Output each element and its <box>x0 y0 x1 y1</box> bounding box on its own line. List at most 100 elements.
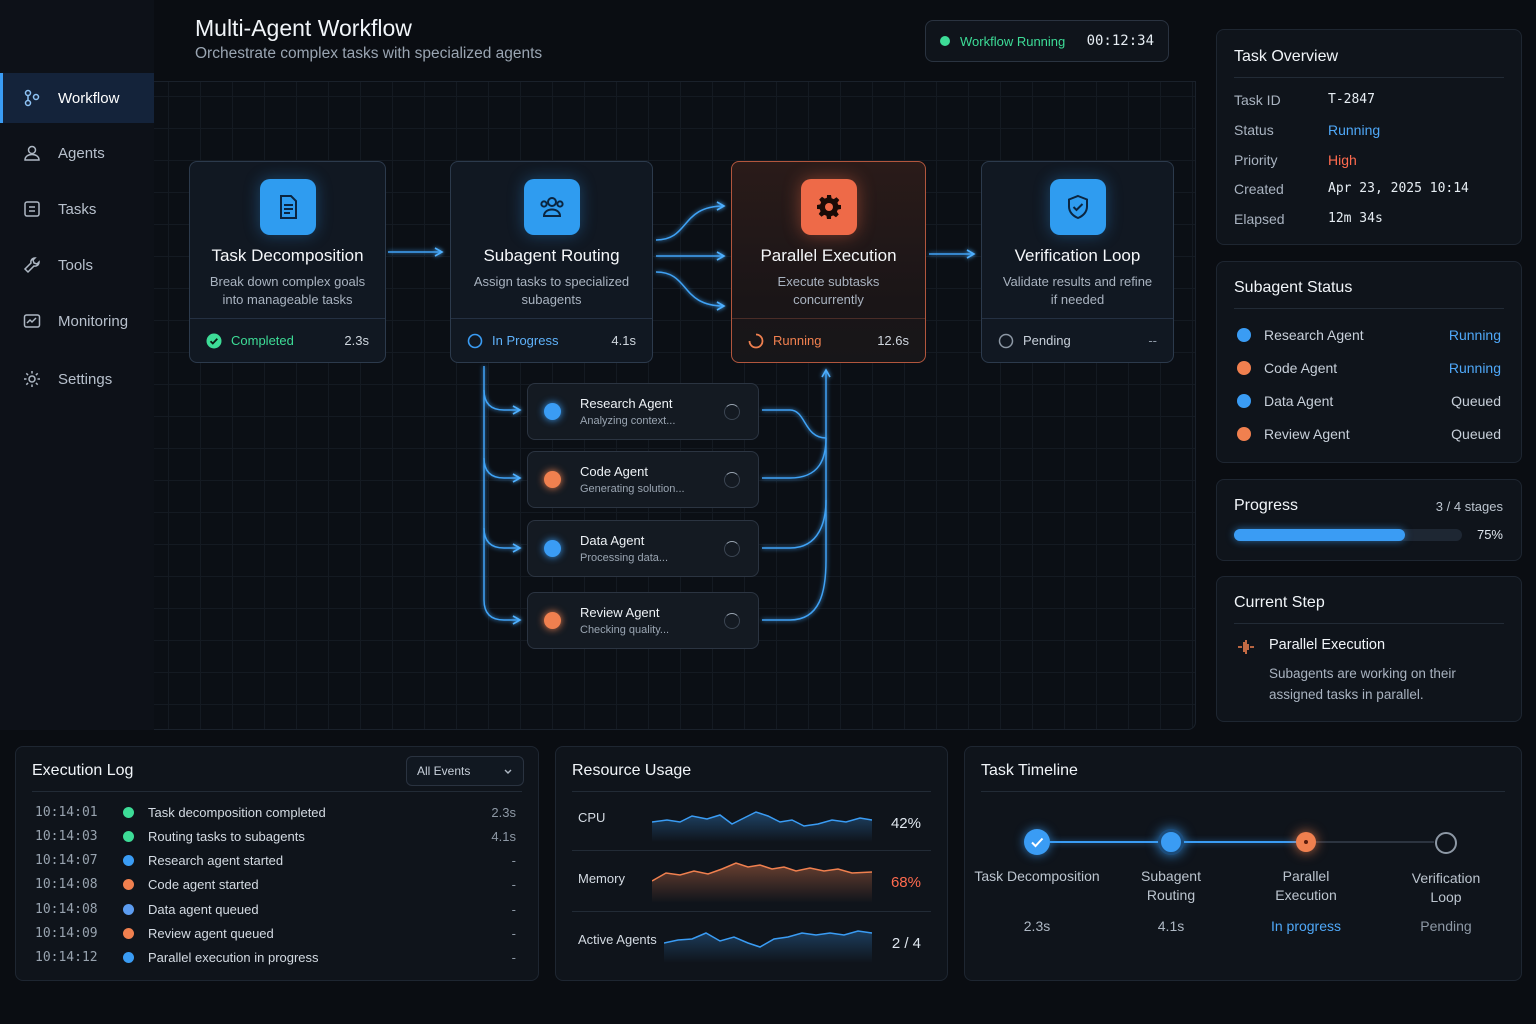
log-message: Code agent started <box>148 876 259 892</box>
kv-label: Priority <box>1234 152 1278 168</box>
resource-label-cpu: CPU <box>578 810 606 825</box>
log-message: Research agent started <box>148 852 284 868</box>
progress-ring-icon <box>467 333 483 348</box>
log-dot <box>123 903 134 915</box>
divider <box>32 791 522 792</box>
progress-panel: Progress 3 / 4 stages 75% <box>1216 479 1522 561</box>
stage-description: Execute subtasks concurrently <box>777 274 880 307</box>
timeline-node-complete[interactable] <box>1158 829 1184 855</box>
log-duration: - <box>511 876 516 892</box>
log-duration: 2.3s <box>491 804 516 820</box>
stage-description: Validate results and refine if needed <box>1002 274 1153 307</box>
stage-footer: Completed 2.3s <box>190 318 385 362</box>
timeline-sub: 2.3s <box>1023 918 1051 934</box>
timeline-label: Parallel Execution <box>1275 868 1337 903</box>
priority-value: High <box>1328 152 1357 168</box>
log-time: 10:14:08 <box>35 876 98 892</box>
sidebar-item-label: Tools <box>58 256 94 274</box>
log-filter-select[interactable]: All Events <box>406 756 524 786</box>
subagent-name: Research Agent <box>1264 327 1364 343</box>
resource-usage-panel: Resource Usage CPU 42% Memory 68% Active… <box>555 746 948 981</box>
divider <box>981 791 1505 792</box>
workflow-icon <box>24 89 40 107</box>
workflow-timer: 00:12:34 <box>1086 33 1154 49</box>
stage-card-task-decomposition[interactable]: Task Decomposition Break down complex go… <box>189 161 386 363</box>
stage-status: Completed <box>231 333 294 348</box>
agent-activity: Analyzing context... <box>580 415 676 427</box>
subagent-status-panel: Subagent Status Research Agent Running C… <box>1216 261 1522 463</box>
panel-title: Task Timeline <box>981 762 1078 779</box>
stage-footer: In Progress 4.1s <box>451 318 652 362</box>
list-icon <box>24 201 40 217</box>
task-timeline-panel: Task Timeline <box>964 746 1522 981</box>
subagent-row: Data Agent Queued <box>1237 391 1501 411</box>
subagent-state: Queued <box>1451 393 1501 409</box>
timeline-sub: In progress <box>1270 918 1342 934</box>
stage-status: In Progress <box>492 333 559 348</box>
workflow-status-pill: Workflow Running 00:12:34 <box>925 20 1169 62</box>
divider <box>572 911 931 912</box>
gear-icon <box>816 195 841 219</box>
shield-icon-box <box>1049 179 1106 235</box>
sidebar-item-workflow[interactable]: Workflow <box>0 73 154 123</box>
timeline-node-complete[interactable] <box>1024 829 1050 855</box>
resource-value-memory: 68% <box>890 874 921 891</box>
log-row: 10:14:09 Review agent queued - <box>35 924 516 942</box>
stage-card-verification-loop[interactable]: Verification Loop Validate results and r… <box>981 161 1174 363</box>
subagent-name: Code Agent <box>1264 360 1338 376</box>
header: Multi-Agent Workflow Orchestrate complex… <box>154 0 1196 82</box>
log-time: 10:14:07 <box>35 852 98 868</box>
page-title: Multi-Agent Workflow <box>195 15 412 41</box>
panel-title: Task Overview <box>1234 48 1339 65</box>
timeline-label: Subagent Routing <box>1141 868 1201 903</box>
user-icon <box>24 145 40 161</box>
log-duration: 4.1s <box>491 828 516 844</box>
timeline-node-pending[interactable] <box>1435 832 1457 854</box>
current-step-description: Subagents are working on their assigned … <box>1269 666 1456 702</box>
divider <box>1234 308 1504 309</box>
log-duration: - <box>511 901 516 917</box>
agent-card-data[interactable]: Data Agent Processing data... <box>527 520 759 577</box>
sidebar-item-settings[interactable]: Settings <box>0 354 154 404</box>
log-duration: - <box>511 852 516 868</box>
check-icon <box>1031 837 1044 848</box>
subagent-row: Research Agent Running <box>1237 325 1501 345</box>
stage-card-parallel-execution[interactable]: Parallel Execution Execute subtasks conc… <box>731 161 926 363</box>
kv-label: Status <box>1234 122 1274 138</box>
status-dot <box>1237 361 1251 375</box>
subagent-state: Queued <box>1451 426 1501 442</box>
resource-value-cpu: 42% <box>890 815 921 832</box>
sidebar-item-tools[interactable]: Tools <box>0 240 154 290</box>
users-icon <box>539 197 564 217</box>
current-step-name: Parallel Execution <box>1269 637 1386 653</box>
sidebar-item-label: Settings <box>58 370 113 388</box>
workflow-status-label: Workflow Running <box>960 33 1066 49</box>
subagent-name: Review Agent <box>1264 426 1350 442</box>
agent-card-review[interactable]: Review Agent Checking quality... <box>527 592 759 649</box>
sidebar-item-monitoring[interactable]: Monitoring <box>0 296 154 346</box>
stage-card-subagent-routing[interactable]: Subagent Routing Assign tasks to special… <box>450 161 653 363</box>
timeline-node-current[interactable] <box>1296 832 1316 852</box>
sidebar-item-agents[interactable]: Agents <box>0 128 154 178</box>
subagent-name: Data Agent <box>1264 393 1334 409</box>
stage-title: Parallel Execution <box>760 246 897 265</box>
log-message: Task decomposition completed <box>148 804 326 820</box>
panel-title: Subagent Status <box>1234 279 1353 296</box>
log-filter-value: All Events <box>417 764 471 778</box>
timeline-sub: 4.1s <box>1157 918 1185 934</box>
divider <box>1234 623 1504 624</box>
stage-duration: 2.3s <box>344 333 369 348</box>
log-dot <box>123 951 134 963</box>
agent-card-research[interactable]: Research Agent Analyzing context... <box>527 383 759 440</box>
log-time: 10:14:08 <box>35 901 98 917</box>
spinner-icon <box>724 613 740 629</box>
log-dot <box>123 830 134 842</box>
sidebar-item-tasks[interactable]: Tasks <box>0 184 154 234</box>
shield-check-icon <box>1067 194 1088 220</box>
current-marker <box>1304 840 1308 844</box>
kv-label: Elapsed <box>1234 211 1285 227</box>
document-icon-box <box>259 179 316 235</box>
gear-icon <box>24 371 40 387</box>
log-row: 10:14:03 Routing tasks to subagents 4.1s <box>35 827 516 845</box>
agent-card-code[interactable]: Code Agent Generating solution... <box>527 451 759 508</box>
